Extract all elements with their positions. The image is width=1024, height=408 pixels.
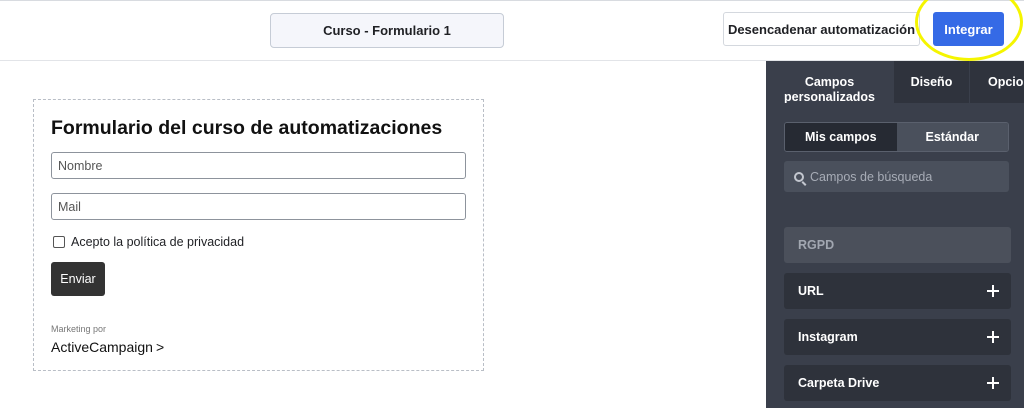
form-preview: Formulario del curso de automatizaciones…	[33, 99, 484, 371]
field-item-drive-folder[interactable]: Carpeta Drive	[784, 365, 1011, 401]
brand-name: ActiveCampaign	[51, 339, 153, 355]
tab-design[interactable]: Diseño	[894, 61, 969, 103]
field-label: Instagram	[798, 330, 858, 344]
field-item-instagram[interactable]: Instagram	[784, 319, 1011, 355]
segment-my-fields[interactable]: Mis campos	[785, 123, 897, 151]
marketing-by-text: Marketing por	[51, 324, 107, 334]
trigger-automation-label: Desencadenar automatización	[727, 21, 916, 37]
submit-label: Enviar	[60, 272, 96, 286]
name-input[interactable]: Nombre	[51, 152, 466, 179]
fields-search-input[interactable]: Campos de búsqueda	[784, 161, 1009, 192]
field-item-rgpd: RGPD	[784, 227, 1011, 263]
field-item-url[interactable]: URL	[784, 273, 1011, 309]
field-label: RGPD	[798, 238, 835, 252]
move-icon[interactable]	[987, 331, 999, 343]
integrate-button[interactable]: Integrar	[933, 12, 1004, 46]
search-icon	[794, 171, 804, 182]
tab-custom-fields[interactable]: Campos personalizados	[766, 61, 893, 103]
form-title-text: Curso - Formulario 1	[323, 23, 451, 38]
integrate-label: Integrar	[944, 21, 993, 37]
tab-custom-fields-label: Campos personalizados	[784, 75, 875, 103]
top-bar: Curso - Formulario 1 Desencadenar automa…	[0, 0, 1024, 61]
mail-input[interactable]: Mail	[51, 193, 466, 220]
fields-segment-control: Mis campos Estándar	[784, 122, 1009, 152]
tab-design-label: Diseño	[910, 75, 953, 89]
segment-standard[interactable]: Estándar	[896, 123, 1008, 151]
activecampaign-logo[interactable]: ActiveCampaign >	[51, 339, 164, 355]
privacy-consent-row: Acepto la política de privacidad	[53, 235, 244, 249]
fields-panel: Campos personalizados Diseño Opcio Mis c…	[766, 61, 1024, 408]
form-title-field[interactable]: Curso - Formulario 1	[270, 13, 504, 48]
form-heading: Formulario del curso de automatizaciones	[51, 117, 443, 139]
tab-options-label: Opcio	[988, 75, 1024, 89]
move-icon[interactable]	[987, 377, 999, 389]
privacy-checkbox[interactable]	[53, 236, 65, 248]
segment-my-fields-label: Mis campos	[804, 130, 877, 144]
move-icon[interactable]	[987, 285, 999, 297]
submit-button[interactable]: Enviar	[51, 262, 105, 296]
segment-standard-label: Estándar	[925, 130, 980, 144]
panel-tabs: Campos personalizados Diseño Opcio	[766, 61, 1024, 103]
field-label: Carpeta Drive	[798, 376, 880, 390]
name-placeholder: Nombre	[58, 158, 103, 173]
mail-placeholder: Mail	[58, 199, 81, 214]
privacy-label: Acepto la política de privacidad	[71, 235, 245, 249]
chevron-right-icon: >	[155, 339, 165, 355]
tab-options[interactable]: Opcio	[970, 61, 1024, 103]
trigger-automation-button[interactable]: Desencadenar automatización	[723, 12, 920, 46]
field-label: URL	[798, 284, 824, 298]
search-placeholder: Campos de búsqueda	[810, 169, 933, 184]
